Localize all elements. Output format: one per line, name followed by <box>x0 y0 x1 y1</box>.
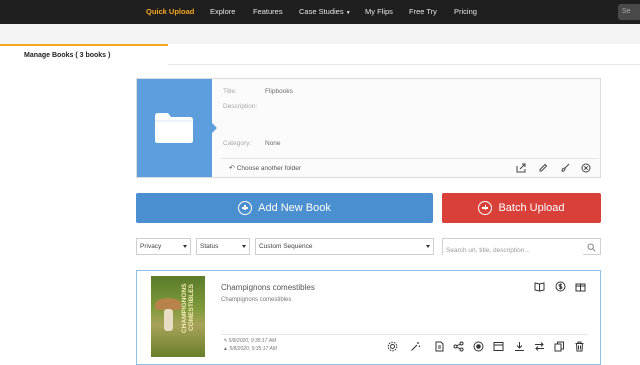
book-search-box <box>442 238 601 258</box>
nav-case-studies[interactable]: Case Studies ▼ <box>299 7 351 16</box>
calendar-edit-icon: ✎ <box>223 338 228 344</box>
chevron-down-icon: ▼ <box>345 10 351 16</box>
layout-icon[interactable] <box>493 341 504 352</box>
download-icon[interactable] <box>514 341 525 352</box>
magic-wand-icon[interactable] <box>410 341 421 352</box>
book-divider <box>221 334 588 335</box>
caret-down-icon <box>426 245 430 248</box>
category-label: Category: <box>223 140 252 147</box>
brush-icon[interactable] <box>560 163 570 173</box>
nav-search-input[interactable]: Se <box>618 4 640 20</box>
open-book-icon[interactable] <box>534 281 545 292</box>
search-icon[interactable] <box>587 243 596 252</box>
tab-manage-books[interactable]: Manage Books ( 3 books ) <box>0 44 168 65</box>
book-card[interactable]: CHAMPIGNONS COMESTIBLES Champignons come… <box>136 270 601 365</box>
created-date: ✎ 5/8/2020, 9:35:17 AM <box>223 338 276 344</box>
share-icon[interactable] <box>453 341 464 352</box>
nav-free-try[interactable]: Free Try <box>409 7 437 16</box>
cover-title-text: CHAMPIGNONS COMESTIBLES <box>181 283 195 333</box>
privacy-select-value: Privacy <box>140 243 162 250</box>
status-select-value: Status <box>200 243 219 250</box>
folder-thumbnail[interactable] <box>137 79 217 177</box>
caret-down-icon <box>183 245 187 248</box>
folder-card: Title: Flipbooks Description: Category: … <box>136 78 601 178</box>
title-value: Flipbooks <box>265 88 293 95</box>
sequence-select[interactable]: Custom Sequence <box>255 238 434 255</box>
privacy-select[interactable]: Privacy <box>136 238 191 255</box>
created-date-text: 5/8/2020, 9:35:17 AM <box>228 338 277 344</box>
sub-header-bar <box>0 24 640 44</box>
choose-folder-link[interactable]: ↶ Choose another folder <box>229 164 301 172</box>
folder-divider <box>221 158 599 159</box>
batch-upload-label: Batch Upload <box>498 202 565 214</box>
swap-arrows-icon[interactable] <box>534 341 545 352</box>
book-title[interactable]: Champignons comestibles <box>221 283 315 292</box>
undo-icon: ↶ <box>229 165 235 172</box>
document-icon[interactable] <box>434 341 445 352</box>
gift-book-icon[interactable] <box>575 281 586 292</box>
record-icon[interactable] <box>473 341 484 352</box>
category-value: None <box>265 140 281 147</box>
folder-icon <box>155 113 193 143</box>
folder-pointer <box>212 123 217 133</box>
book-description: Champignons comestibles <box>221 297 292 303</box>
book-cover[interactable]: CHAMPIGNONS COMESTIBLES <box>151 276 205 357</box>
copy-icon[interactable] <box>554 341 565 352</box>
description-label: Description: <box>223 103 258 110</box>
trash-icon[interactable] <box>574 341 585 352</box>
sequence-select-value: Custom Sequence <box>259 243 313 250</box>
tab-row: Manage Books ( 3 books ) <box>0 44 640 65</box>
upload-icon: ▲ <box>223 346 228 352</box>
modified-date: ▲ 5/8/2020, 9:35:17 AM <box>223 346 277 352</box>
choose-folder-label: Choose another folder <box>236 165 302 172</box>
top-navigation-bar: Quick Upload Explore Features Case Studi… <box>0 0 640 24</box>
nav-case-studies-label: Case Studies <box>299 7 344 16</box>
delete-circle-icon[interactable] <box>581 163 591 173</box>
nav-quick-upload[interactable]: Quick Upload <box>146 7 194 16</box>
plus-circle-icon <box>238 201 253 215</box>
plus-circle-icon <box>478 201 493 215</box>
dollar-icon[interactable] <box>555 281 566 292</box>
nav-explore[interactable]: Explore <box>210 7 235 16</box>
add-new-book-button[interactable]: Add New Book <box>136 193 433 223</box>
settings-gear-icon[interactable] <box>387 341 398 352</box>
status-select[interactable]: Status <box>196 238 250 255</box>
caret-down-icon <box>242 245 246 248</box>
title-label: Title: <box>223 88 237 95</box>
nav-features[interactable]: Features <box>253 7 283 16</box>
modified-date-text: 5/8/2020, 9:35:17 AM <box>229 346 277 352</box>
edit-icon[interactable] <box>538 163 548 173</box>
batch-upload-button[interactable]: Batch Upload <box>442 193 601 223</box>
tab-manage-books-label: Manage Books ( 3 books ) <box>24 52 111 59</box>
nav-my-flips[interactable]: My Flips <box>365 7 393 16</box>
mushroom-stem <box>164 309 173 331</box>
nav-pricing[interactable]: Pricing <box>454 7 477 16</box>
add-new-book-label: Add New Book <box>258 202 331 214</box>
book-search-input[interactable] <box>443 243 583 258</box>
share-out-icon[interactable] <box>516 163 526 173</box>
